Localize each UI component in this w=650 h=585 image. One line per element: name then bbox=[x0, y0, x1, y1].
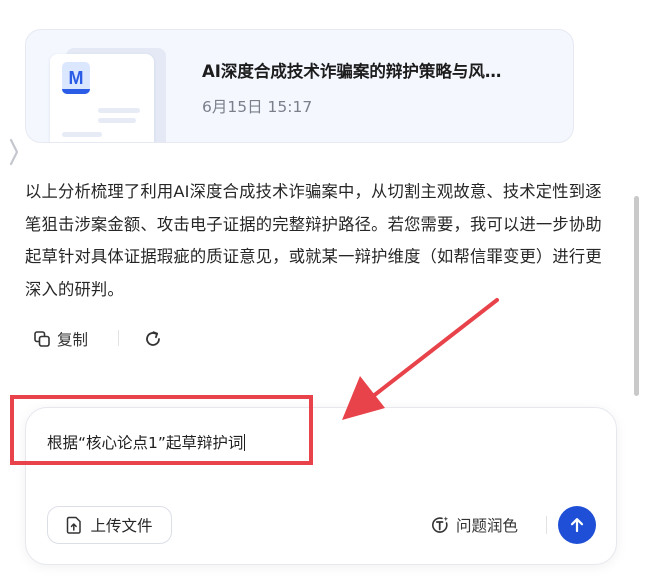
annotation-arrow bbox=[342, 298, 499, 420]
